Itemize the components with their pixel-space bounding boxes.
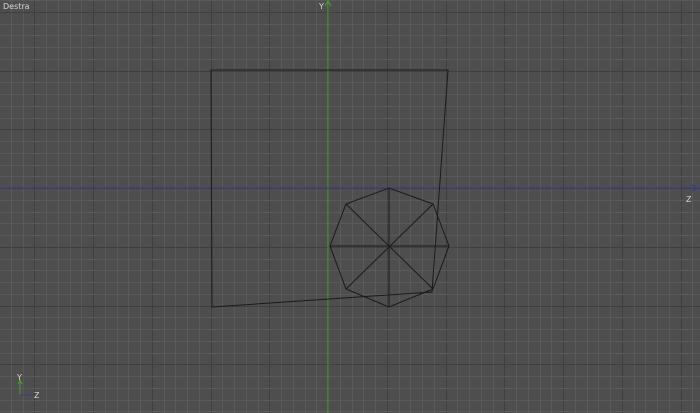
orientation-gizmo: Y Z <box>16 373 40 400</box>
viewport-destra[interactable]: Y Z Y Z Destra <box>0 0 700 413</box>
horizontal-axis-label: Z <box>686 195 692 204</box>
gizmo-up-label: Y <box>16 373 22 382</box>
viewport-name-label: Destra <box>3 2 30 11</box>
gizmo-right-label: Z <box>34 391 40 400</box>
grid <box>0 0 700 413</box>
viewport-canvas[interactable]: Y Z Y Z Destra <box>0 0 700 413</box>
vertical-axis-label: Y <box>318 2 324 11</box>
